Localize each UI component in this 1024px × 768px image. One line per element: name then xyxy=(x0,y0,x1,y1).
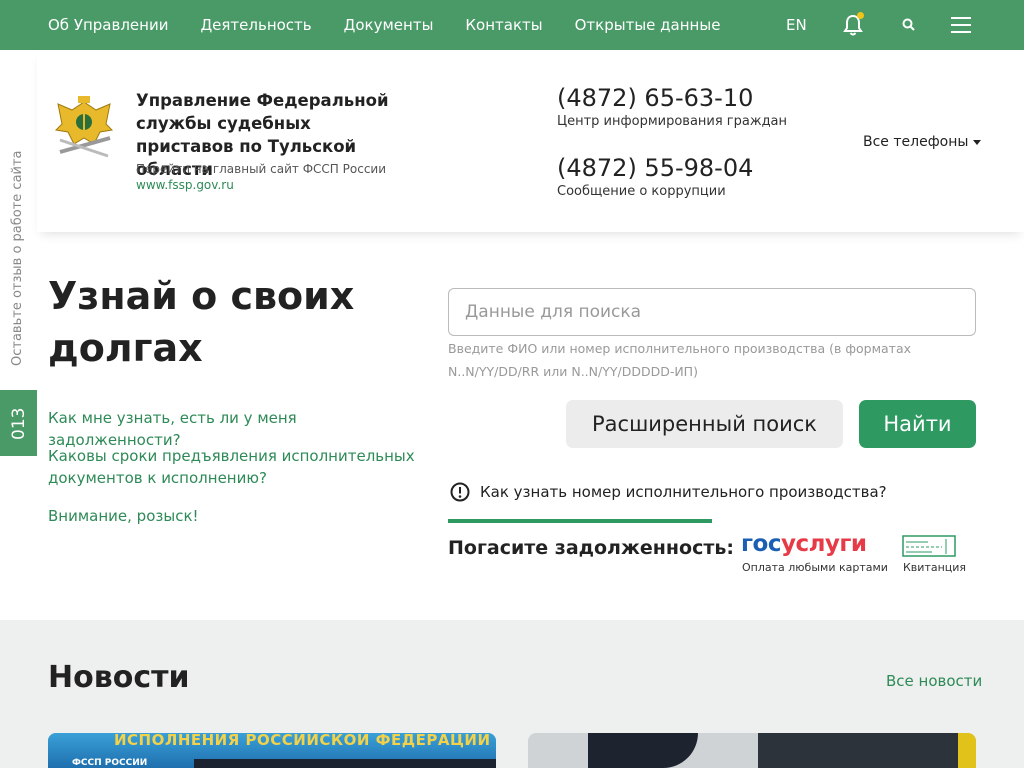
news-card-image-1[interactable]: ИСПОЛНЕНИЯ РОССИЙСКОЙ ФЕДЕРАЦИИ ФССП РОС… xyxy=(48,733,496,768)
nav-about[interactable]: Об Управлении xyxy=(48,16,168,34)
phone-corruption-caption: Сообщение о коррупции xyxy=(557,184,726,199)
language-switch[interactable]: EN xyxy=(786,16,807,34)
feedback-side-tab[interactable]: Оставьте отзыв о работе сайта xyxy=(10,150,26,366)
nav-contacts[interactable]: Контакты xyxy=(465,16,542,34)
all-phones-label: Все телефоны xyxy=(863,134,969,150)
all-news-link[interactable]: Все новости xyxy=(886,672,982,690)
payment-divider xyxy=(448,519,712,523)
menu-icon[interactable] xyxy=(951,17,971,33)
nav-activity[interactable]: Деятельность xyxy=(200,16,311,34)
faq-link-wanted[interactable]: Внимание, розыск! xyxy=(48,505,418,527)
find-button[interactable]: Найти xyxy=(859,400,976,448)
side-badge-label: 013 xyxy=(9,407,29,440)
gosuslugi-part1: гос xyxy=(741,531,781,557)
fssp-emblem-icon[interactable] xyxy=(52,94,116,164)
receipt-caption: Квитанция xyxy=(903,561,967,574)
faq-link-terms[interactable]: Каковы сроки предъявления исполнительных… xyxy=(48,445,418,489)
top-navbar: Об Управлении Деятельность Документы Кон… xyxy=(0,0,1024,50)
search-icon[interactable] xyxy=(901,17,917,33)
news-card-2-monitor xyxy=(758,733,958,768)
caret-down-icon xyxy=(973,139,982,145)
page-title: Узнай о своих долгах xyxy=(48,274,355,370)
search-input[interactable]: Данные для поиска xyxy=(448,288,976,336)
all-phones-dropdown[interactable]: Все телефоны xyxy=(863,134,982,150)
news-card-image-2[interactable] xyxy=(528,733,976,768)
feedback-label: Оставьте отзыв о работе сайта xyxy=(10,150,25,366)
news-card-2-person xyxy=(588,733,698,768)
gosuslugi-part2: услуги xyxy=(780,531,867,557)
info-icon xyxy=(450,482,470,502)
main-site-link[interactable]: www.fssp.gov.ru xyxy=(136,178,234,192)
news-title: Новости xyxy=(48,660,190,695)
receipt-icon[interactable] xyxy=(902,535,956,557)
main-site-text: Перейти на главный сайт ФССП России xyxy=(136,162,387,176)
accessibility-side-badge[interactable]: 013 xyxy=(0,390,37,456)
nav-open-data[interactable]: Открытые данные xyxy=(575,16,721,34)
search-hint: Введите ФИО или номер исполнительного пр… xyxy=(448,341,912,379)
news-card-1-logo-text: ФССП РОССИИ xyxy=(72,758,148,768)
main-nav: Об Управлении Деятельность Документы Кон… xyxy=(48,0,720,50)
phone-citizens[interactable]: (4872) 65-63-10 xyxy=(557,84,753,112)
news-card-2-edge xyxy=(958,733,976,768)
news-card-1-dark-area xyxy=(194,759,496,768)
notification-dot xyxy=(857,12,864,19)
phone-corruption[interactable]: (4872) 55-98-04 xyxy=(557,154,753,182)
gosuslugi-logo[interactable]: госуслуги xyxy=(741,531,867,557)
nav-documents[interactable]: Документы xyxy=(344,16,434,34)
payment-label: Погасите задолженность: xyxy=(448,537,734,559)
advanced-search-button[interactable]: Расширенный поиск xyxy=(566,400,843,448)
gosuslugi-caption: Оплата любыми картами xyxy=(742,561,888,574)
phone-citizens-caption: Центр информирования граждан xyxy=(557,114,788,129)
enforcement-number-help-link[interactable]: Как узнать номер исполнительного произво… xyxy=(480,483,887,501)
news-card-1-banner-text: ИСПОЛНЕНИЯ РОССИЙСКОЙ ФЕДЕРАЦИИ xyxy=(114,733,491,749)
